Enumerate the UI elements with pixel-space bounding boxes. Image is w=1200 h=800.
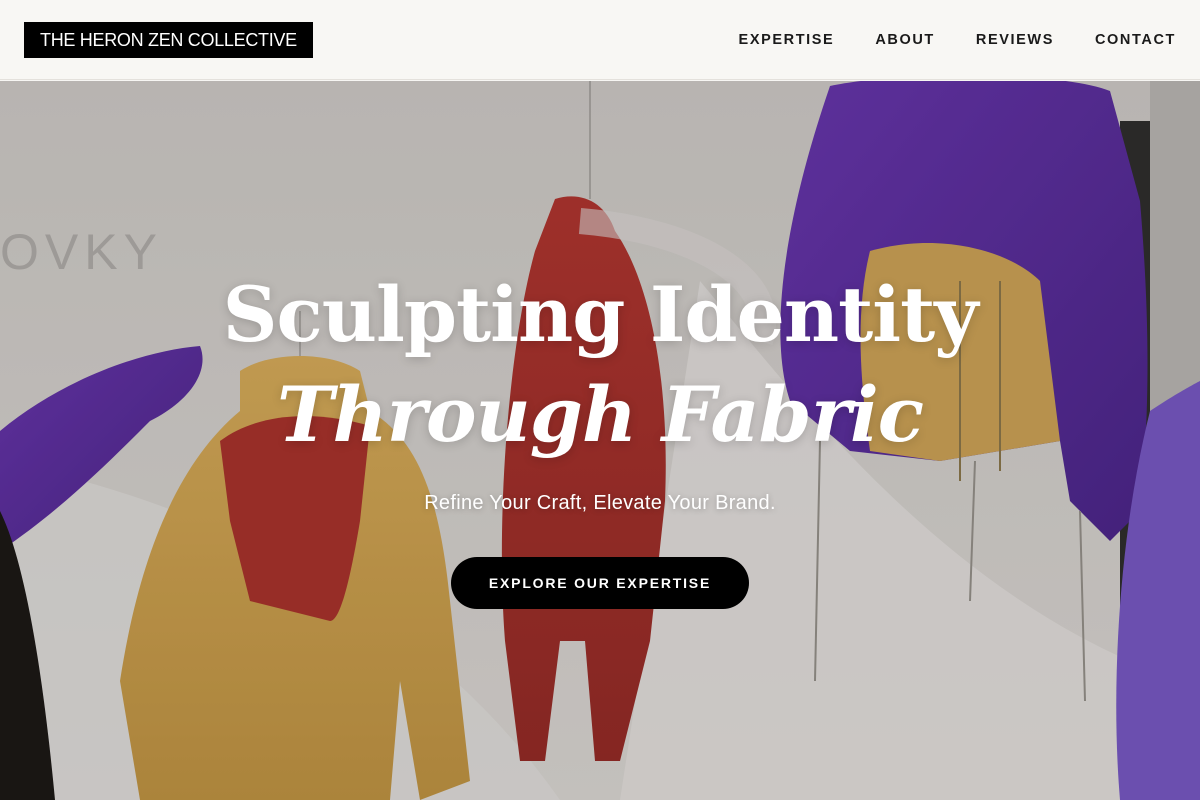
nav-link-expertise[interactable]: EXPERTISE	[739, 32, 835, 48]
nav-link-contact[interactable]: CONTACT	[1095, 32, 1176, 48]
hero-subtitle: Refine Your Craft, Elevate Your Brand.	[424, 492, 776, 514]
nav-link-reviews[interactable]: REVIEWS	[976, 32, 1054, 48]
explore-expertise-button[interactable]: EXPLORE OUR EXPERTISE	[451, 557, 749, 609]
hero-title-line1: Sculpting Identity	[222, 270, 979, 359]
nav-link-about[interactable]: ABOUT	[875, 32, 935, 48]
brand-logo[interactable]: THE HERON ZEN COLLECTIVE	[24, 22, 313, 58]
site-header: THE HERON ZEN COLLECTIVE EXPERTISE ABOUT…	[0, 0, 1200, 80]
hero-section: OVKY Sculpting Identity Through Fabric R…	[0, 81, 1200, 800]
hero-title-line2: Through Fabric	[276, 370, 924, 459]
main-nav: EXPERTISE ABOUT REVIEWS CONTACT	[739, 0, 1176, 80]
